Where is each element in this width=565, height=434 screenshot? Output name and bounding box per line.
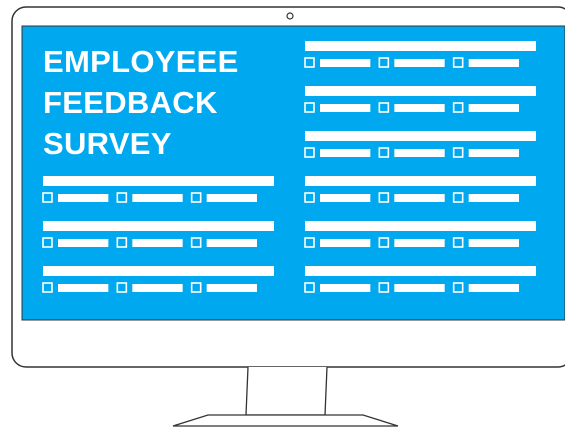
question-bar [305, 176, 536, 186]
option-label-bar [320, 149, 371, 157]
option-label-bar [468, 59, 519, 67]
option-label-bar [206, 194, 257, 202]
option-label-bar [320, 194, 371, 202]
title-line-1: EMPLOYEEE [43, 44, 239, 79]
option-label-bar [132, 194, 183, 202]
question-bar [43, 221, 274, 231]
option-label-bar [206, 239, 257, 247]
option-label-bar [320, 239, 371, 247]
title-line-2: FEEDBACK [43, 85, 218, 120]
question-bar [43, 266, 274, 276]
monitor-stand-neck [245, 366, 328, 416]
option-label-bar [468, 239, 519, 247]
option-label-bar [394, 59, 445, 67]
webcam-icon [286, 12, 294, 20]
question-bar [305, 221, 536, 231]
option-label-bar [394, 239, 445, 247]
option-label-bar [132, 239, 183, 247]
question-bar [43, 176, 274, 186]
option-label-bar [468, 284, 519, 292]
option-label-bar [132, 284, 183, 292]
page-title: EMPLOYEEE FEEDBACK SURVEY [43, 41, 293, 164]
option-label-bar [394, 104, 445, 112]
question-bar [305, 86, 536, 96]
option-label-bar [58, 284, 109, 292]
title-line-3: SURVEY [43, 126, 172, 161]
option-label-bar [394, 194, 445, 202]
question-bar [305, 41, 536, 51]
option-label-bar [320, 284, 371, 292]
question-bar [305, 266, 536, 276]
option-label-bar [320, 59, 371, 67]
option-label-bar [468, 194, 519, 202]
option-label-bar [394, 284, 445, 292]
option-label-bar [468, 149, 519, 157]
option-label-bar [320, 104, 371, 112]
monitor-illustration: EMPLOYEEE FEEDBACK SURVEY [0, 0, 565, 429]
option-label-bar [468, 104, 519, 112]
option-label-bar [394, 149, 445, 157]
option-label-bar [206, 284, 257, 292]
monitor-stand-base [172, 414, 399, 427]
question-bar [305, 131, 536, 141]
option-label-bar [58, 194, 109, 202]
option-label-bar [58, 239, 109, 247]
